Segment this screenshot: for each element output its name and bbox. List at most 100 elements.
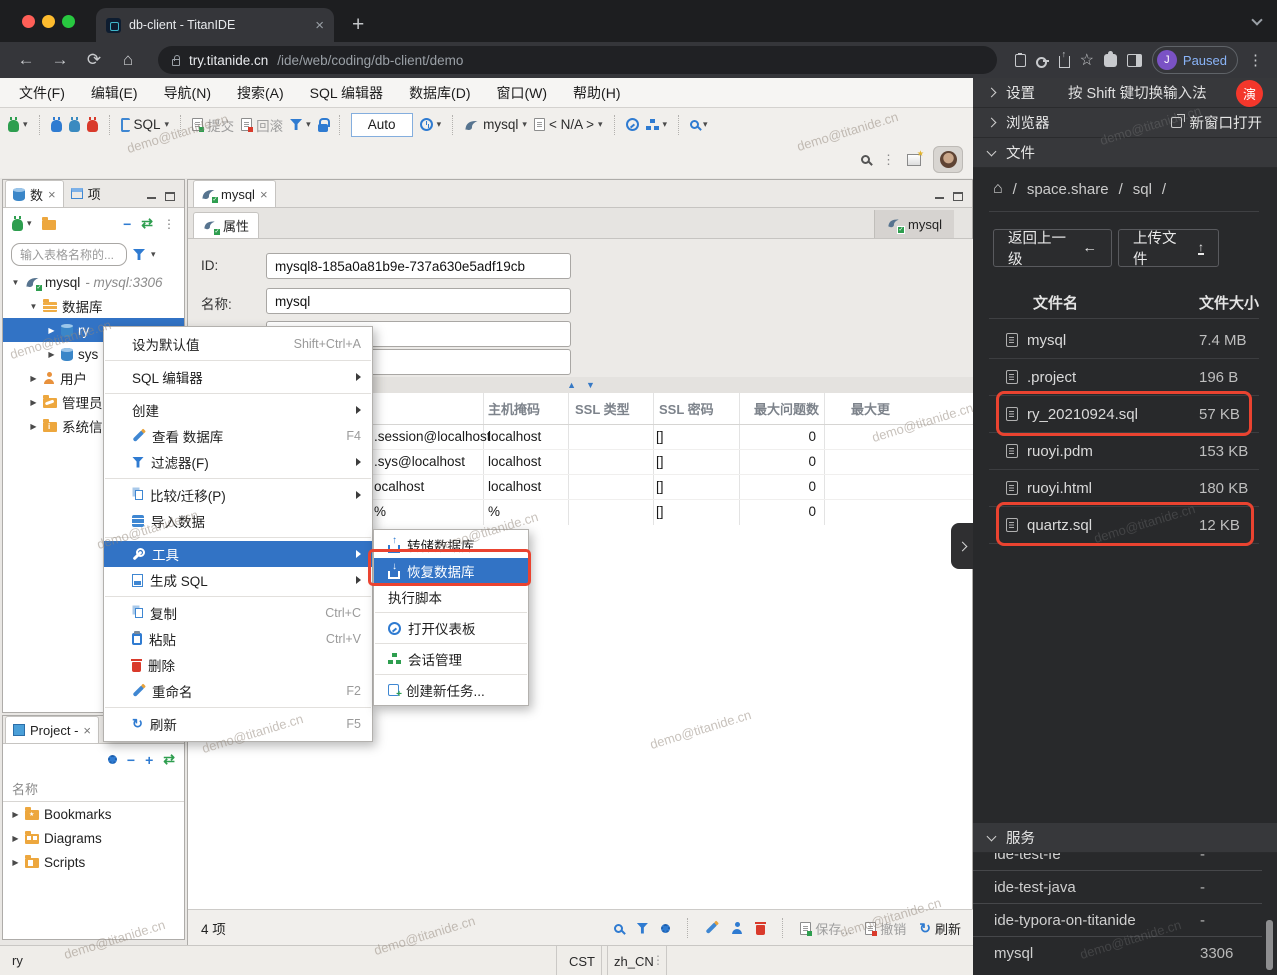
menu-window[interactable]: 窗口(W) bbox=[484, 83, 561, 103]
network-button[interactable]: ▾ bbox=[646, 118, 667, 131]
menu-sql-editor[interactable]: SQL 编辑器 bbox=[297, 83, 396, 103]
menu-search[interactable]: 搜索(A) bbox=[224, 83, 297, 103]
maximize-icon[interactable] bbox=[165, 192, 175, 201]
side-panel-icon[interactable] bbox=[1126, 53, 1142, 67]
browser-menu-icon[interactable]: ⋮ bbox=[1248, 51, 1263, 69]
splitter-up-icon[interactable]: ▲ bbox=[567, 380, 576, 390]
menu-item-paste[interactable]: 粘贴 Ctrl+V bbox=[104, 626, 372, 652]
filter-icon[interactable] bbox=[133, 249, 145, 260]
bookmark-star-icon[interactable]: ☆ bbox=[1080, 50, 1094, 70]
file-row[interactable]: ruoyi.pdm 153 KB bbox=[989, 433, 1259, 470]
file-row[interactable]: mysql 7.4 MB bbox=[989, 322, 1259, 359]
refresh-button[interactable]: ↻ 刷新 bbox=[919, 919, 961, 938]
reconnect-button[interactable] bbox=[68, 117, 80, 132]
tree-item-scripts[interactable]: ▶ Scripts bbox=[3, 850, 184, 874]
gear-icon[interactable] bbox=[107, 755, 117, 764]
name-field[interactable] bbox=[266, 288, 571, 314]
tree-collapsed-icon[interactable]: ▶ bbox=[11, 810, 20, 819]
menu-item-sql-editor[interactable]: SQL 编辑器 bbox=[104, 364, 372, 390]
menu-item-view-database[interactable]: 查看 数据库 F4 bbox=[104, 423, 372, 449]
menu-database[interactable]: 数据库(D) bbox=[396, 83, 483, 103]
quick-search-button[interactable] bbox=[861, 155, 870, 164]
maximize-window-button[interactable] bbox=[62, 15, 75, 28]
tree-collapsed-icon[interactable]: ▶ bbox=[29, 422, 38, 431]
search-icon[interactable] bbox=[614, 923, 624, 933]
breadcrumb-current[interactable]: sql bbox=[1133, 181, 1152, 198]
minimize-icon[interactable] bbox=[147, 194, 156, 199]
menu-item-copy[interactable]: 复制 Ctrl+C bbox=[104, 600, 372, 626]
forward-icon[interactable]: → bbox=[48, 50, 72, 70]
user-avatar[interactable] bbox=[933, 146, 963, 173]
commit-button[interactable]: 提交 bbox=[192, 115, 234, 135]
menu-item-rename[interactable]: 重命名 F2 bbox=[104, 678, 372, 704]
expand-all-icon[interactable]: + bbox=[145, 752, 153, 768]
gear-icon[interactable] bbox=[661, 923, 671, 933]
menu-file[interactable]: 文件(F) bbox=[6, 83, 78, 103]
dropdown-icon[interactable]: ▾ bbox=[151, 249, 156, 260]
upload-file-button[interactable]: 上传文件 ↑ bbox=[1118, 229, 1219, 268]
menu-item-create[interactable]: 创建 bbox=[104, 397, 372, 423]
collapse-all-icon[interactable]: − bbox=[123, 216, 131, 232]
connect-button[interactable] bbox=[50, 117, 62, 132]
id-field[interactable] bbox=[266, 253, 571, 279]
active-schema-select[interactable]: < N/A > ▾ bbox=[533, 117, 603, 132]
service-row[interactable]: ide-test-java - bbox=[973, 871, 1262, 904]
menu-item-set-default[interactable]: 设为默认值 Shift+Ctrl+A bbox=[104, 331, 372, 357]
home-icon[interactable]: ⌂ bbox=[993, 180, 1003, 198]
col-header-max-questions[interactable]: 最大问题数 bbox=[739, 393, 819, 424]
delete-icon[interactable] bbox=[755, 921, 767, 935]
new-connection-button[interactable]: ▾ bbox=[8, 117, 28, 132]
col-header-host-mask[interactable]: 主机掩码 bbox=[488, 393, 540, 424]
tree-collapsed-icon[interactable]: ▶ bbox=[47, 350, 56, 359]
reload-icon[interactable]: ⟳ bbox=[82, 50, 106, 70]
extensions-icon[interactable] bbox=[1103, 50, 1117, 67]
filter-icon[interactable] bbox=[636, 922, 649, 934]
close-icon[interactable]: × bbox=[83, 723, 91, 738]
col-header-ssl-type[interactable]: SSL 类型 bbox=[575, 393, 630, 424]
section-settings[interactable]: 设置 按 Shift 键切换输入法 演 bbox=[973, 78, 1277, 108]
section-browser[interactable]: 浏览器 新窗口打开 bbox=[973, 108, 1277, 138]
submenu-item-session-manager[interactable]: 会话管理 bbox=[374, 646, 528, 672]
menu-item-tools[interactable]: 工具 bbox=[104, 541, 372, 567]
menu-item-generate-sql[interactable]: 生成 SQL bbox=[104, 567, 372, 593]
new-connection-button[interactable]: ▾ bbox=[12, 216, 32, 231]
status-overflow-icon[interactable]: ⋮ bbox=[652, 953, 664, 967]
menu-item-filter[interactable]: 过滤器(F) bbox=[104, 449, 372, 475]
col-header-ssl-password[interactable]: SSL 密码 bbox=[659, 393, 714, 424]
collapse-all-icon[interactable]: − bbox=[127, 752, 135, 768]
open-new-window-button[interactable]: 新窗口打开 bbox=[1170, 112, 1262, 133]
view-menu-icon[interactable]: ⋮ bbox=[163, 217, 175, 231]
close-window-button[interactable] bbox=[22, 15, 35, 28]
new-tab-button[interactable]: + bbox=[352, 13, 364, 37]
section-services[interactable]: 服务 bbox=[973, 823, 1277, 853]
home-icon[interactable]: ⌂ bbox=[116, 50, 140, 70]
menu-navigate[interactable]: 导航(N) bbox=[151, 83, 224, 103]
close-icon[interactable]: × bbox=[48, 187, 56, 202]
tab-search-chevron-icon[interactable] bbox=[1251, 14, 1263, 26]
submenu-item-execute-script[interactable]: 执行脚本 bbox=[374, 584, 528, 610]
transaction-filter-button[interactable]: ▾ bbox=[290, 119, 311, 130]
menu-item-import-data[interactable]: 导入数据 bbox=[104, 508, 372, 534]
col-header-max-updates[interactable]: 最大更 bbox=[851, 393, 890, 424]
sql-editor-button[interactable]: SQL ▾ bbox=[120, 117, 169, 132]
dashboard-button[interactable] bbox=[625, 118, 639, 131]
go-up-button[interactable]: 返回上一级 ← bbox=[993, 229, 1112, 268]
search-button[interactable]: ▾ bbox=[690, 119, 708, 130]
maximize-icon[interactable] bbox=[953, 192, 963, 201]
transaction-lock-button[interactable] bbox=[317, 117, 331, 132]
editor-tab-mysql[interactable]: mysql × bbox=[193, 180, 276, 207]
service-row[interactable]: ide-typora-on-titanide - bbox=[973, 904, 1262, 937]
minimize-icon[interactable] bbox=[935, 194, 944, 199]
save-button[interactable]: 保存... bbox=[800, 919, 852, 938]
tree-collapsed-icon[interactable]: ▶ bbox=[11, 834, 20, 843]
share-icon[interactable] bbox=[1058, 49, 1070, 68]
tree-item-bookmarks[interactable]: ▶ Bookmarks bbox=[3, 802, 184, 826]
profile-button[interactable]: J Paused bbox=[1151, 46, 1238, 74]
tree-collapsed-icon[interactable]: ▶ bbox=[29, 398, 38, 407]
minimize-window-button[interactable] bbox=[42, 15, 55, 28]
menu-edit[interactable]: 编辑(E) bbox=[78, 83, 151, 103]
edit-icon[interactable] bbox=[705, 921, 718, 935]
sidebar-scrollbar[interactable] bbox=[1266, 920, 1273, 970]
disconnect-button[interactable] bbox=[86, 117, 98, 132]
new-folder-icon[interactable] bbox=[41, 216, 56, 230]
